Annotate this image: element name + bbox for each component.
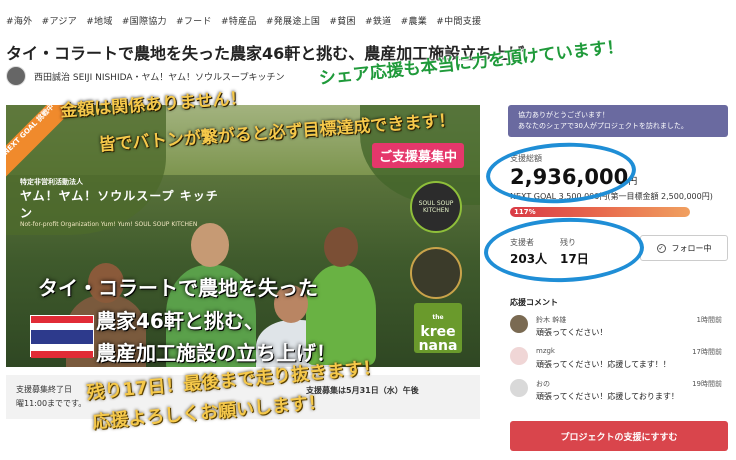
share-thanks-banner: 協力ありがとうございます！ あなたのシェアで30人がプロジェクトを訪れました。 [508, 105, 728, 137]
tag[interactable]: #アジア [42, 17, 77, 27]
npo-line: Not-for-profit Organization Yum! Yum! SO… [20, 221, 198, 228]
banner-text: あなたのシェアで30人がプロジェクトを訪れました。 [518, 122, 688, 130]
banner-title: 協力ありがとうございます！ [518, 111, 609, 119]
support-badge: ご支援募集中 [372, 143, 465, 168]
thai-flag-icon [30, 315, 94, 358]
deadline-text: 支援募集終了日 [16, 385, 72, 394]
highlight-circle [482, 215, 646, 285]
comment-text: 頑張ってください！ [536, 328, 608, 337]
comment-text: 頑張ってください！応援しております！ [536, 392, 679, 401]
comment-item: mzgk 17時間前 頑張ってください！応援してます！！ [508, 347, 728, 377]
tag[interactable]: #貧困 [329, 17, 355, 27]
tag[interactable]: #フード [176, 17, 212, 27]
hero-headline: 農家46軒と挑む、 [96, 309, 264, 333]
tag[interactable]: #地域 [86, 17, 112, 27]
npo-label: 特定非営利活動法人 ヤム！ヤム！ソウルスープ キッチン Not-for-prof… [20, 177, 220, 228]
comments-heading: 応援コメント [510, 298, 558, 307]
progress-fill: 117% [510, 207, 690, 217]
tag[interactable]: #国際協力 [122, 17, 167, 27]
hero-head [191, 223, 229, 267]
tag[interactable]: #鉄道 [365, 17, 391, 27]
tag[interactable]: #発展途上国 [266, 17, 320, 27]
comment-author[interactable]: mzgk [536, 347, 555, 355]
follow-label: フォロー中 [671, 243, 712, 253]
comment-author[interactable]: 鈴木 幹雄 [536, 315, 566, 325]
check-icon: ✓ [656, 243, 666, 253]
tag[interactable]: #特産品 [221, 17, 257, 27]
kree-big: kree nana [418, 324, 458, 354]
comment-author[interactable]: おの [536, 379, 550, 389]
owner-avatar [6, 66, 26, 86]
follow-button[interactable]: ✓ フォロー中 [640, 235, 728, 261]
kree-small: the [432, 314, 444, 321]
owner-name[interactable]: 西田誠治 SEIJI NISHIDA・ヤム！ヤム！ソウルスープキッチン [34, 70, 284, 83]
support-project-button[interactable]: プロジェクトの支援にすすむ [510, 421, 728, 451]
comment-item: 鈴木 幹雄 1時間前 頑張ってください！ [508, 315, 728, 345]
comment-time: 17時間前 [692, 348, 722, 356]
funding-progress-bar: 117% [510, 207, 690, 217]
comment-time: 1時間前 [696, 316, 722, 324]
deadline-date: 支援募集は5月31日（水）午後 [306, 386, 419, 395]
logo-text: SOUL SOUP KITCHEN [418, 200, 454, 214]
deadline-text: 曜11:00までです。 [16, 399, 87, 408]
soul-soup-logo: SOUL SOUP KITCHEN [410, 181, 462, 233]
tag-list: #海外 #アジア #地域 #国際協力 #フード #特産品 #発展途上国 #貧困 … [6, 14, 487, 27]
avatar [510, 379, 528, 397]
npo-line: 特定非営利活動法人 [20, 178, 83, 186]
npo-line: ヤム！ヤム！ソウルスープ キッチン [20, 189, 219, 220]
hero-headline: タイ・コラートで農地を失った [38, 276, 318, 300]
comment-time: 19時間前 [692, 380, 722, 388]
tag[interactable]: #中間支援 [436, 17, 481, 27]
partner-logo [410, 247, 462, 299]
avatar [510, 315, 528, 333]
hero-head [324, 227, 358, 267]
tag[interactable]: #農業 [401, 17, 427, 27]
avatar [510, 347, 528, 365]
kree-nana-logo: the kree nana [414, 303, 462, 353]
tag[interactable]: #海外 [6, 17, 32, 27]
comment-text: 頑張ってください！応援してます！！ [536, 360, 671, 369]
comment-item: おの 19時間前 頑張ってください！応援しております！ [508, 379, 728, 409]
